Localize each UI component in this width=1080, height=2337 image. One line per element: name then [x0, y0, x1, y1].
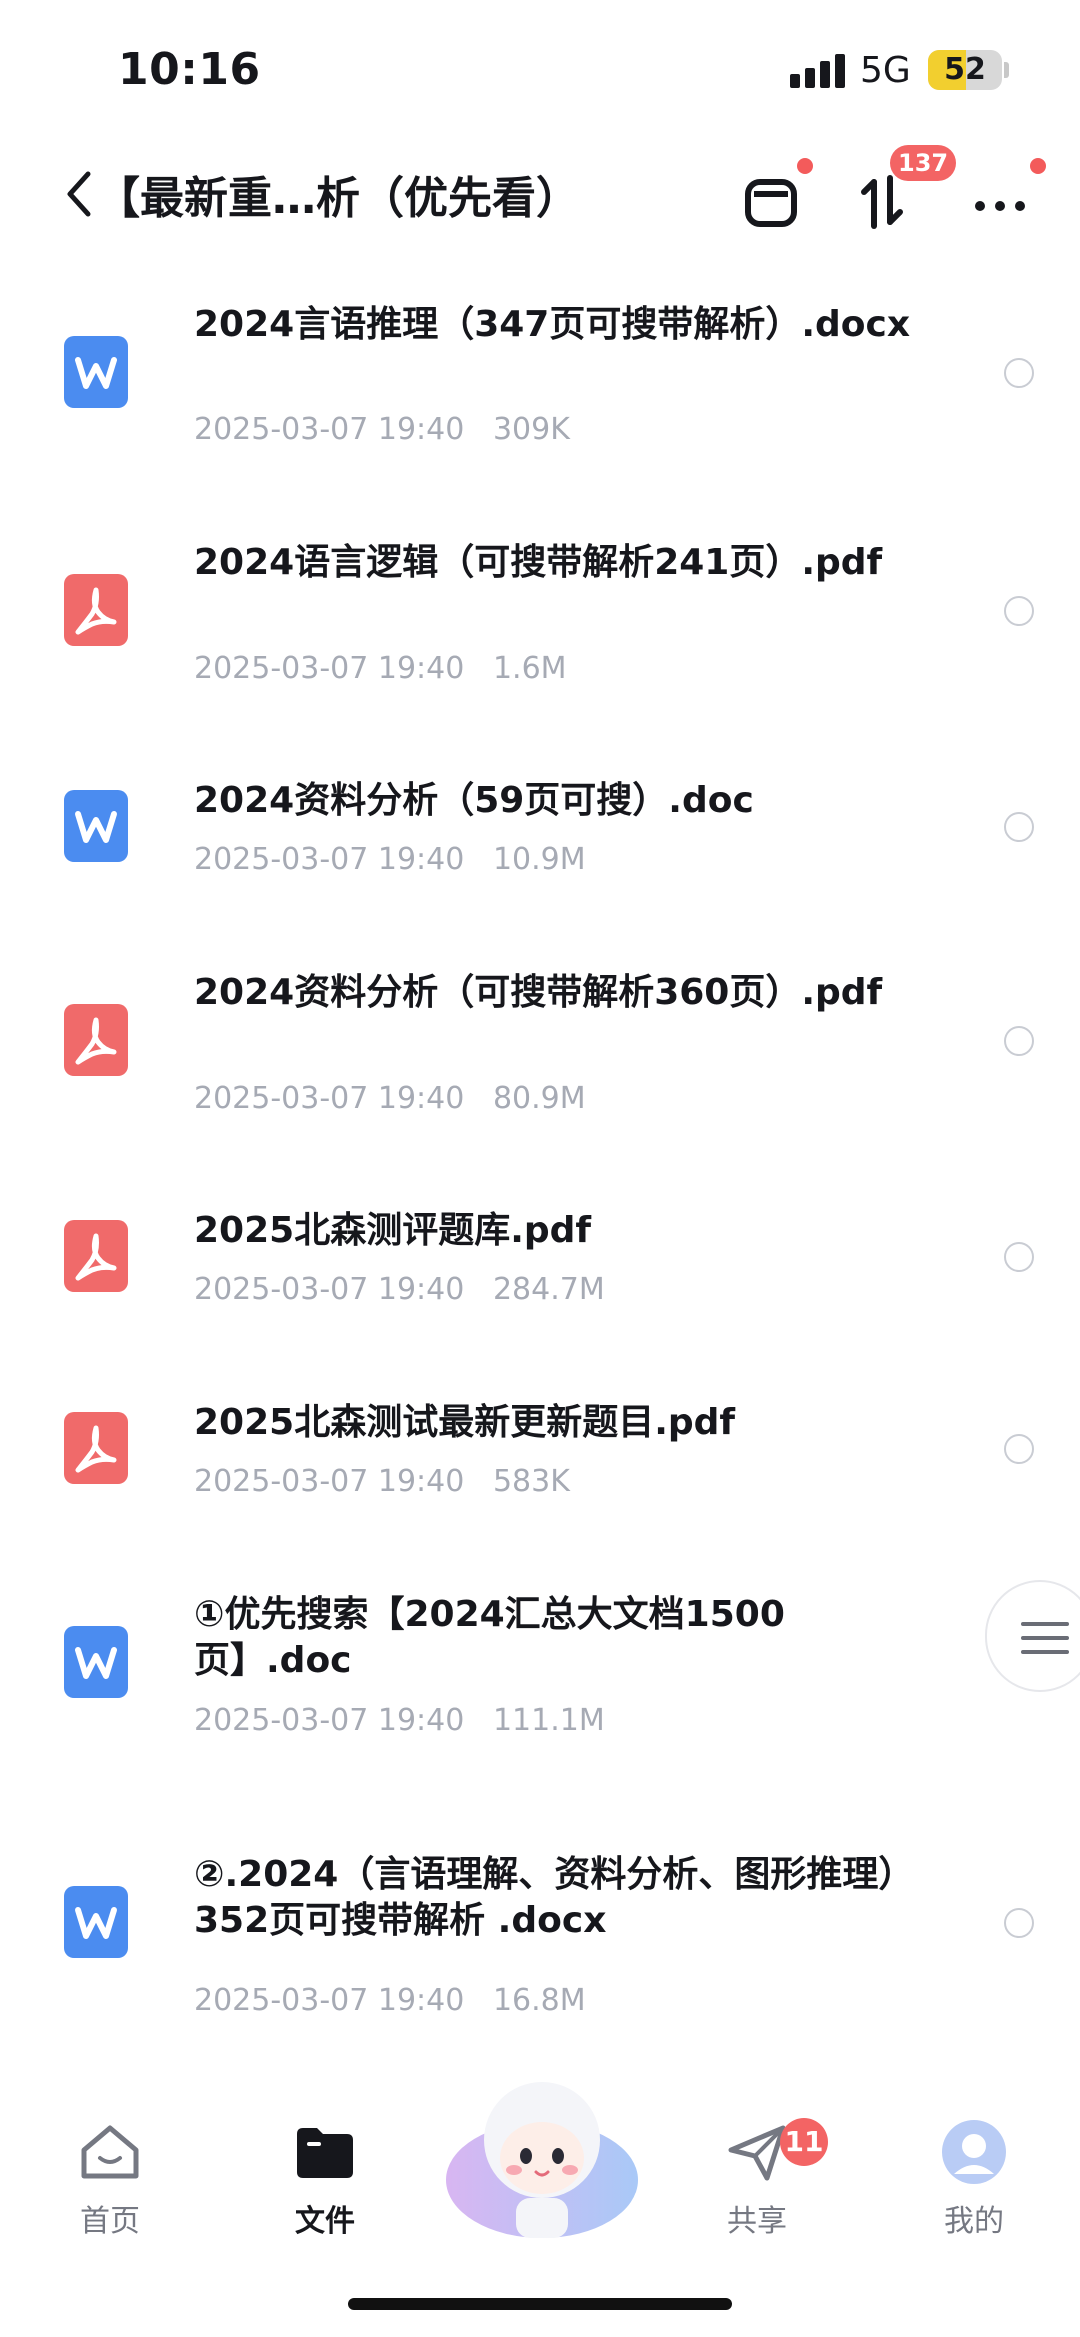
file-size: 309K: [492, 412, 570, 447]
word-doc-icon: [64, 790, 128, 862]
file-name: 2025北森测评题库.pdf: [194, 1210, 592, 1251]
select-checkbox[interactable]: [1004, 596, 1034, 626]
file-date: 2025-03-07 19:40: [194, 842, 465, 877]
chevron-left-icon: [67, 171, 91, 217]
assistant-mascot-button[interactable]: [442, 2080, 642, 2240]
file-meta: 2025-03-07 19:40 583K: [194, 1464, 570, 1499]
pdf-icon: [64, 1412, 128, 1484]
file-name: 2024言语推理（347页可搜带解析）.docx: [194, 304, 911, 345]
clipboard-icon[interactable]: [740, 168, 804, 232]
file-size: 111.1M: [492, 1703, 605, 1738]
home-indicator: [348, 2298, 732, 2310]
select-checkbox[interactable]: [1004, 1434, 1034, 1464]
nav-files[interactable]: 文件: [253, 2080, 393, 2240]
more-icon[interactable]: [970, 168, 1034, 232]
select-checkbox[interactable]: [1004, 812, 1034, 842]
word-doc-icon: [64, 1886, 128, 1958]
select-checkbox[interactable]: [1004, 1242, 1034, 1272]
file-size: 583K: [492, 1464, 570, 1499]
file-meta: 2025-03-07 19:40 80.9M: [194, 1081, 586, 1116]
file-size: 80.9M: [492, 1081, 586, 1116]
file-meta: 2025-03-07 19:40 10.9M: [194, 842, 586, 877]
word-doc-icon: [64, 336, 128, 408]
file-meta: 2025-03-07 19:40 111.1M: [194, 1703, 605, 1738]
file-name: 2024资料分析（可搜带解析360页）.pdf: [194, 972, 883, 1013]
select-checkbox[interactable]: [1004, 1026, 1034, 1056]
signal-icon: [790, 52, 848, 88]
file-name: 2024资料分析（59页可搜）.doc: [194, 780, 754, 821]
battery-icon: 52: [928, 50, 1002, 90]
file-date: 2025-03-07 19:40: [194, 412, 465, 447]
header: 【最新重…析（优先看） 137: [0, 140, 1080, 250]
side-menu-handle[interactable]: [985, 1580, 1080, 1692]
nav-files-label: 文件: [295, 2204, 355, 2239]
avatar-icon: [942, 2120, 1006, 2184]
pdf-icon: [64, 1004, 128, 1076]
nav-share-label: 共享: [727, 2204, 787, 2239]
network-type: 5G: [860, 50, 911, 91]
share-count-badge: 11: [780, 2118, 828, 2166]
file-size: 16.8M: [492, 1983, 586, 2018]
file-date: 2025-03-07 19:40: [194, 651, 465, 686]
file-meta: 2025-03-07 19:40 16.8M: [194, 1983, 586, 2018]
assistant-mascot-icon: [446, 2082, 638, 2238]
file-date: 2025-03-07 19:40: [194, 1081, 465, 1116]
file-date: 2025-03-07 19:40: [194, 1272, 465, 1307]
folder-icon: [297, 2128, 353, 2178]
file-name: 2024语言逻辑（可搜带解析241页）.pdf: [194, 542, 883, 583]
nav-me-label: 我的: [944, 2204, 1004, 2239]
file-name: ②.2024（言语理解、资料分析、图形推理）352页可搜带解析 .docx: [194, 1854, 897, 1941]
battery-level: 52: [944, 52, 986, 87]
transfer-count-badge: 137: [890, 145, 957, 181]
file-date: 2025-03-07 19:40: [194, 1983, 465, 2018]
send-icon: [728, 2125, 786, 2181]
nav-home-label: 首页: [80, 2204, 140, 2239]
file-date: 2025-03-07 19:40: [194, 1464, 465, 1499]
word-doc-icon: [64, 1626, 128, 1698]
pdf-icon: [64, 574, 128, 646]
status-bar: 10:16 5G 52: [0, 0, 1080, 140]
back-button[interactable]: [60, 164, 100, 224]
file-name: 2025北森测试最新更新题目.pdf: [194, 1402, 736, 1443]
status-time: 10:16: [118, 44, 261, 95]
file-size: 284.7M: [492, 1272, 605, 1307]
file-size: 1.6M: [492, 651, 567, 686]
nav-home[interactable]: 首页: [38, 2080, 178, 2240]
notification-dot: [797, 158, 813, 174]
file-meta: 2025-03-07 19:40 284.7M: [194, 1272, 605, 1307]
select-checkbox[interactable]: [1004, 1908, 1034, 1938]
file-meta: 2025-03-07 19:40 1.6M: [194, 651, 567, 686]
pdf-icon: [64, 1220, 128, 1292]
file-size: 10.9M: [492, 842, 586, 877]
file-meta: 2025-03-07 19:40 309K: [194, 412, 570, 447]
page-title: 【最新重…析（优先看）: [96, 173, 580, 224]
battery-tip: [1004, 62, 1009, 78]
nav-me[interactable]: 我的: [902, 2080, 1042, 2240]
file-name: ①优先搜索【2024汇总大文档1500页】.doc: [194, 1594, 785, 1681]
home-icon: [81, 2125, 139, 2179]
select-checkbox[interactable]: [1004, 358, 1034, 388]
notification-dot: [1030, 158, 1046, 174]
file-date: 2025-03-07 19:40: [194, 1703, 465, 1738]
bottom-nav: 首页 文件 共享 我的: [0, 2080, 1080, 2280]
